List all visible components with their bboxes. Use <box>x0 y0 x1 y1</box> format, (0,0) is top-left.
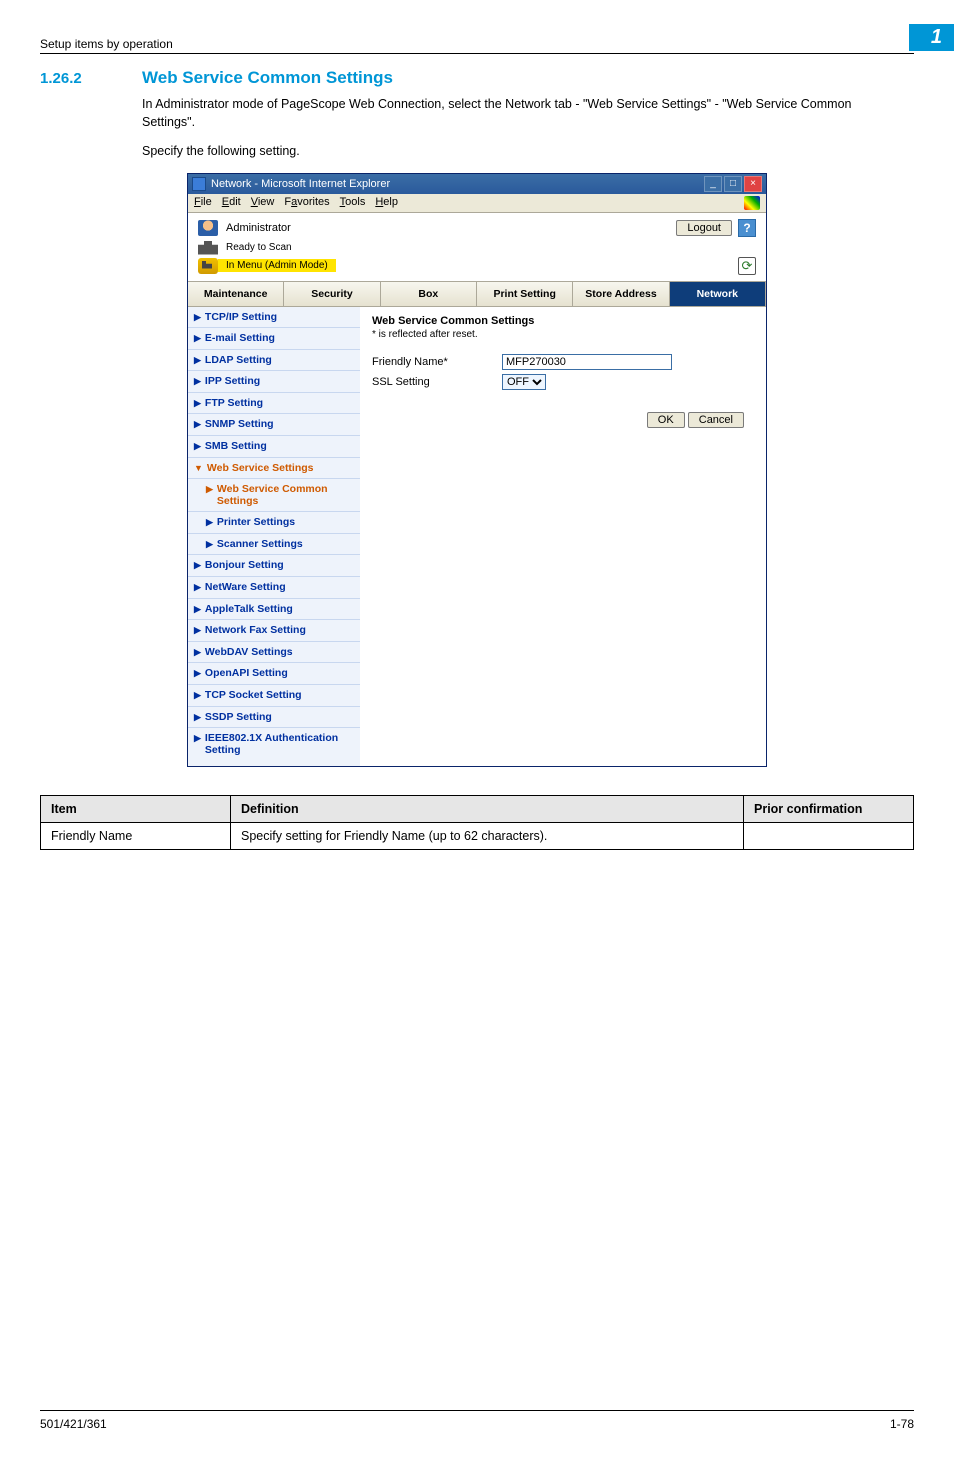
def-prior <box>744 823 914 850</box>
sidebar-item-snmp[interactable]: SNMP Setting <box>188 414 360 436</box>
sidebar-item-network-fax[interactable]: Network Fax Setting <box>188 620 360 642</box>
window-close-button[interactable]: × <box>744 176 762 192</box>
ssl-setting-label: SSL Setting <box>372 376 502 388</box>
menu-view[interactable]: View <box>251 196 275 210</box>
table-row: Friendly Name Specify setting for Friend… <box>41 823 914 850</box>
footer-left: 501/421/361 <box>40 1417 890 1431</box>
printer-icon <box>198 241 218 255</box>
wrench-icon <box>198 258 218 274</box>
tab-network[interactable]: Network <box>670 282 766 306</box>
logout-button[interactable]: Logout <box>676 220 732 236</box>
sidebar-item-webdav[interactable]: WebDAV Settings <box>188 642 360 664</box>
chapter-badge: 1 <box>909 24 954 51</box>
sidebar-item-openapi[interactable]: OpenAPI Setting <box>188 663 360 685</box>
ie-icon <box>192 177 206 191</box>
sidebar-item-web-service[interactable]: Web Service Settings <box>188 458 360 480</box>
footer-right: 1-78 <box>890 1417 914 1431</box>
ie-title: Network - Microsoft Internet Explorer <box>211 178 702 190</box>
ie-window: Network - Microsoft Internet Explorer _ … <box>187 173 767 768</box>
sidebar-item-tcp-socket[interactable]: TCP Socket Setting <box>188 685 360 707</box>
tab-box[interactable]: Box <box>381 282 477 306</box>
panel-note: * is reflected after reset. <box>372 329 754 340</box>
sidebar-item-web-service-common[interactable]: Web Service Common Settings <box>188 479 360 512</box>
tab-maintenance[interactable]: Maintenance <box>188 282 284 306</box>
sidebar-item-ipp[interactable]: IPP Setting <box>188 371 360 393</box>
sidebar-item-ftp[interactable]: FTP Setting <box>188 393 360 415</box>
refresh-icon[interactable]: ⟳ <box>738 257 756 275</box>
cancel-button[interactable]: Cancel <box>688 412 744 428</box>
menu-file[interactable]: File <box>194 196 212 210</box>
def-th-prior: Prior confirmation <box>744 796 914 823</box>
sidebar-item-bonjour[interactable]: Bonjour Setting <box>188 555 360 577</box>
ie-menubar: File Edit View Favorites Tools Help <box>188 194 766 213</box>
section-title: Web Service Common Settings <box>142 68 393 88</box>
tab-security[interactable]: Security <box>284 282 380 306</box>
window-minimize-button[interactable]: _ <box>704 176 722 192</box>
panel-heading: Web Service Common Settings <box>372 315 754 327</box>
sidebar-item-tcpip[interactable]: TCP/IP Setting <box>188 307 360 329</box>
sidebar-item-ssdp[interactable]: SSDP Setting <box>188 707 360 729</box>
menu-favorites[interactable]: Favorites <box>284 196 329 210</box>
sidebar-item-scanner-settings[interactable]: Scanner Settings <box>188 534 360 556</box>
admin-label: Administrator <box>226 222 291 234</box>
def-definition: Specify setting for Friendly Name (up to… <box>231 823 744 850</box>
tab-print-setting[interactable]: Print Setting <box>477 282 573 306</box>
window-maximize-button[interactable]: □ <box>724 176 742 192</box>
friendly-name-label: Friendly Name* <box>372 356 502 368</box>
section-paragraph: Specify the following setting. <box>142 143 902 161</box>
content-panel: Web Service Common Settings * is reflect… <box>360 307 766 767</box>
mode-label: In Menu (Admin Mode) <box>218 259 336 272</box>
menu-edit[interactable]: Edit <box>222 196 241 210</box>
definition-table: Item Definition Prior confirmation Frien… <box>40 795 914 850</box>
ssl-setting-select[interactable]: OFF <box>502 374 546 390</box>
sidebar-item-ldap[interactable]: LDAP Setting <box>188 350 360 372</box>
sidebar-item-netware[interactable]: NetWare Setting <box>188 577 360 599</box>
status-text: Ready to Scan <box>226 242 292 253</box>
friendly-name-input[interactable] <box>502 354 672 370</box>
menu-tools[interactable]: Tools <box>340 196 366 210</box>
menu-help[interactable]: Help <box>375 196 398 210</box>
ie-flag-icon <box>744 196 760 210</box>
section-number: 1.26.2 <box>40 70 112 87</box>
help-icon[interactable]: ? <box>738 219 756 237</box>
sidebar-item-email[interactable]: E-mail Setting <box>188 328 360 350</box>
def-th-definition: Definition <box>231 796 744 823</box>
admin-avatar-icon <box>198 220 218 236</box>
sidebar-item-appletalk[interactable]: AppleTalk Setting <box>188 599 360 621</box>
sidebar-item-printer-settings[interactable]: Printer Settings <box>188 512 360 534</box>
ok-button[interactable]: OK <box>647 412 685 428</box>
sidebar: TCP/IP Setting E-mail Setting LDAP Setti… <box>188 307 360 767</box>
tab-store-address[interactable]: Store Address <box>573 282 669 306</box>
ie-titlebar: Network - Microsoft Internet Explorer _ … <box>188 174 766 194</box>
sidebar-item-ieee8021x[interactable]: IEEE802.1X Authentication Setting <box>188 728 360 766</box>
page-header-title: Setup items by operation <box>40 37 909 51</box>
def-item: Friendly Name <box>41 823 231 850</box>
sidebar-item-smb[interactable]: SMB Setting <box>188 436 360 458</box>
section-paragraph: In Administrator mode of PageScope Web C… <box>142 96 902 131</box>
def-th-item: Item <box>41 796 231 823</box>
